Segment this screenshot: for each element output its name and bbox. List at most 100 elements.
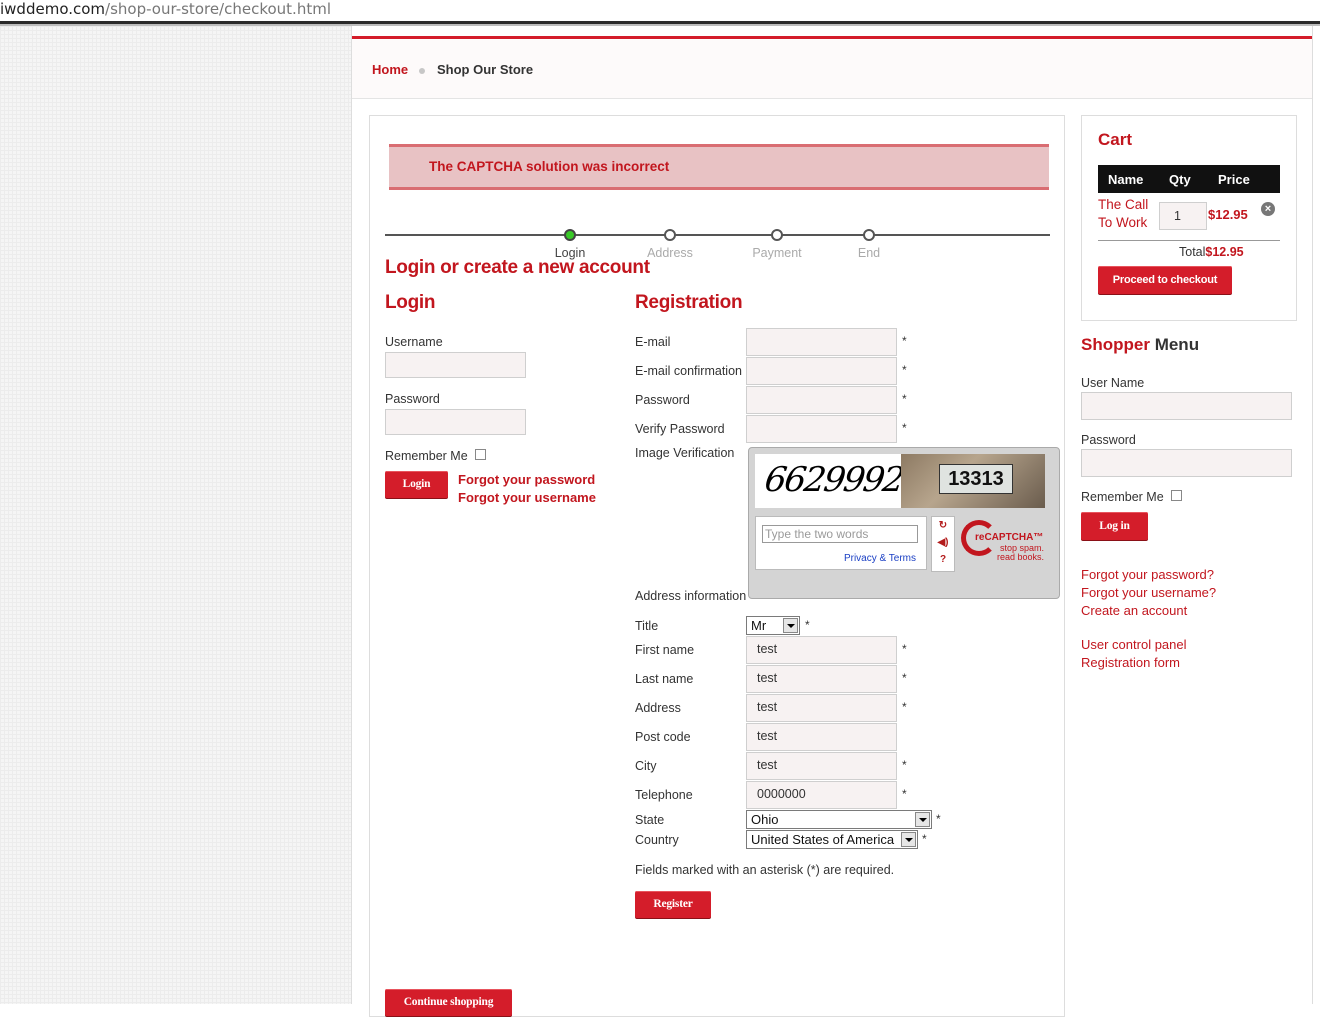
help-icon[interactable]: ?	[932, 551, 954, 568]
breadcrumb: Home Shop Our Store	[352, 40, 1312, 99]
alert-message: The CAPTCHA solution was incorrect	[429, 159, 670, 174]
post-code-input[interactable]: test	[746, 723, 897, 751]
cart-qty-input[interactable]: 1	[1159, 202, 1207, 230]
proceed-to-checkout-button[interactable]: Proceed to checkout	[1098, 266, 1232, 294]
email-confirm-input[interactable]	[746, 357, 897, 385]
side-remember-checkbox[interactable]	[1171, 490, 1182, 501]
required-asterisk: *	[902, 363, 907, 377]
shopper-menu-title-b: Menu	[1154, 335, 1200, 354]
cart-table-header: Name Qty Price	[1098, 165, 1280, 193]
side-login-button[interactable]: Log in	[1081, 512, 1148, 540]
state-label: State	[635, 813, 665, 827]
username-input[interactable]	[385, 352, 526, 378]
refresh-icon[interactable]: ↻	[932, 517, 954, 534]
side-username-input[interactable]	[1081, 392, 1292, 420]
address-label: Address	[635, 701, 681, 715]
error-alert: The CAPTCHA solution was incorrect	[389, 144, 1049, 190]
first-name-input[interactable]: test	[746, 636, 897, 664]
login-button[interactable]: Login	[385, 471, 448, 498]
state-select[interactable]: Ohio	[746, 810, 932, 829]
image-verification-label: Image Verification	[635, 446, 735, 460]
step-end: End	[829, 229, 909, 260]
step-label: End	[857, 246, 881, 260]
last-name-input[interactable]: test	[746, 665, 897, 693]
email-input[interactable]	[746, 328, 897, 356]
recaptcha-logo-text: reCAPTCHA™	[975, 532, 1044, 543]
remove-item-icon[interactable]: ×	[1261, 202, 1275, 216]
steps-line	[385, 234, 1050, 236]
audio-icon[interactable]: ◀)	[932, 534, 954, 551]
create-account-link[interactable]: Create an account	[1081, 603, 1187, 618]
recaptcha-logo: reCAPTCHA™ stop spam. read books.	[961, 520, 1055, 568]
country-select-value: United States of America	[751, 832, 895, 847]
forgot-username-link[interactable]: Forgot your username	[458, 490, 596, 505]
telephone-input[interactable]: 0000000	[746, 781, 897, 809]
required-note: Fields marked with an asterisk (*) are r…	[635, 863, 895, 877]
captcha-tools: ↻ ◀) ?	[931, 516, 955, 572]
verify-password-input[interactable]	[746, 415, 897, 443]
user-control-panel-link[interactable]: User control panel	[1081, 637, 1187, 652]
country-label: Country	[635, 833, 679, 847]
right-edge	[1312, 26, 1320, 1004]
registration-form-link[interactable]: Registration form	[1081, 655, 1180, 670]
cart-header-name: Name	[1108, 172, 1144, 187]
post-code-label: Post code	[635, 730, 691, 744]
continue-shopping-button[interactable]: Continue shopping	[385, 989, 512, 1016]
side-username-label: User Name	[1081, 376, 1145, 390]
address-info-label: Address information	[635, 589, 747, 603]
side-forgot-username-link[interactable]: Forgot your username?	[1081, 585, 1216, 600]
side-password-label: Password	[1081, 433, 1136, 447]
required-asterisk: *	[902, 392, 907, 406]
register-button[interactable]: Register	[635, 891, 711, 918]
registration-title: Registration	[635, 292, 743, 313]
privacy-terms-link[interactable]: Privacy & Terms	[844, 553, 916, 564]
verify-password-label: Verify Password	[635, 422, 725, 436]
captcha-photo: 13313	[901, 454, 1045, 508]
city-label: City	[635, 759, 657, 773]
required-asterisk: *	[902, 758, 907, 772]
cart-panel: Cart Name Qty Price The Call To Work 1 $…	[1081, 115, 1297, 321]
remember-me-label: Remember Me	[385, 449, 468, 463]
step-dot-icon	[664, 229, 676, 241]
address-bar[interactable]: iwddemo.com/shop-our-store/checkout.html	[0, 0, 1320, 24]
step-dot-icon	[863, 229, 875, 241]
forgot-password-link[interactable]: Forgot your password	[458, 472, 595, 487]
required-asterisk: *	[902, 334, 907, 348]
password-label: Password	[385, 392, 440, 406]
cart-header-price: Price	[1218, 172, 1250, 187]
state-select-value: Ohio	[751, 812, 779, 827]
page: Home Shop Our Store The CAPTCHA solution…	[351, 26, 1312, 1017]
reg-password-input[interactable]	[746, 386, 897, 414]
recaptcha-tagline: stop spam. read books.	[997, 544, 1044, 562]
url-path: /shop-our-store/checkout.html	[105, 0, 331, 18]
breadcrumb-home-link[interactable]: Home	[372, 62, 408, 77]
recaptcha-tagline-2: read books.	[997, 552, 1045, 562]
captcha-word-2: 13313	[939, 464, 1013, 494]
accent-bar	[352, 36, 1312, 39]
cart-total-value: $12.95	[1205, 245, 1244, 259]
captcha-word-1: 6629992	[762, 460, 906, 500]
title-select[interactable]: Mr	[746, 616, 800, 635]
cart-total-label: Total	[1179, 245, 1206, 259]
country-select[interactable]: United States of America	[746, 830, 918, 849]
password-input[interactable]	[385, 409, 526, 435]
email-label: E-mail	[635, 335, 671, 349]
city-input[interactable]: test	[746, 752, 897, 780]
captcha-response-input[interactable]: Type the two words	[762, 525, 918, 543]
cart-total: Total$12.95	[1179, 245, 1244, 259]
cart-header-qty: Qty	[1169, 172, 1191, 187]
title-label: Title	[635, 619, 659, 633]
step-payment: Payment	[737, 229, 817, 260]
shopper-menu-title: Shopper Menu	[1081, 335, 1199, 355]
required-asterisk: *	[902, 671, 907, 685]
required-asterisk: *	[936, 812, 941, 826]
required-asterisk: *	[922, 832, 927, 846]
address-input[interactable]: test	[746, 694, 897, 722]
required-asterisk: *	[902, 421, 907, 435]
side-forgot-password-link[interactable]: Forgot your password?	[1081, 567, 1214, 582]
remember-me-checkbox[interactable]	[475, 449, 486, 460]
side-password-input[interactable]	[1081, 449, 1292, 477]
recaptcha-widget: 6629992 13313 Type the two words Privacy…	[748, 447, 1060, 599]
cart-item-name-link[interactable]: The Call To Work	[1098, 196, 1158, 232]
required-asterisk: *	[902, 700, 907, 714]
